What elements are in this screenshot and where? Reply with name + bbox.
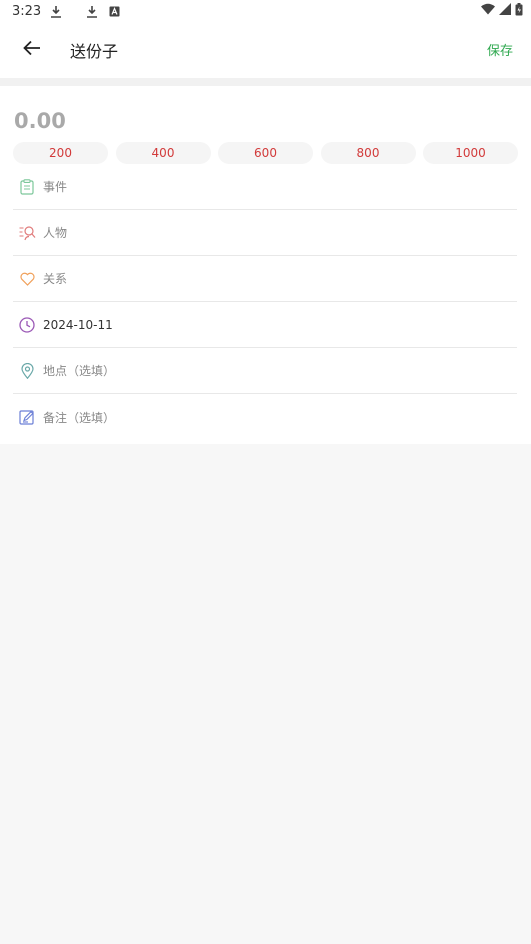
status-time: 3:23	[12, 3, 42, 19]
location-pin-icon	[18, 362, 36, 380]
clipboard-icon	[18, 178, 36, 196]
save-button[interactable]: 保存	[487, 40, 513, 59]
date-field[interactable]: 2024-10-11	[13, 302, 517, 348]
quick-amount-chip[interactable]: 200	[13, 142, 108, 164]
signal-icon	[499, 3, 511, 19]
arrow-left-icon	[23, 40, 41, 60]
event-field[interactable]: 事件	[13, 164, 517, 210]
relation-field[interactable]: 关系	[13, 256, 517, 302]
quick-amount-chip[interactable]: 600	[218, 142, 313, 164]
app-bar: 送份子 保存	[0, 22, 531, 78]
amount-input[interactable]: 0.00	[14, 109, 66, 133]
gift-form-card: 0.00 200 400 600 800 1000 事件 人物 关系 2024-…	[0, 86, 531, 444]
download-icon	[85, 4, 99, 18]
status-bar: 3:23	[0, 0, 531, 22]
quick-amount-chip[interactable]: 800	[320, 142, 416, 164]
wifi-icon	[481, 3, 495, 19]
note-field[interactable]: 备注（选填）	[13, 394, 517, 440]
back-button[interactable]	[20, 38, 44, 62]
note-label: 备注（选填）	[43, 410, 116, 425]
edit-note-icon	[18, 408, 36, 426]
person-label: 人物	[43, 226, 68, 240]
person-field[interactable]: 人物	[13, 210, 517, 256]
location-field[interactable]: 地点（选填）	[13, 348, 517, 394]
location-label: 地点（选填）	[43, 364, 116, 378]
battery-icon	[515, 2, 523, 20]
quick-amount-chip[interactable]: 400	[115, 142, 211, 164]
divider-strip	[0, 78, 531, 86]
event-label: 事件	[43, 180, 68, 194]
clock-icon	[18, 316, 36, 334]
status-bar-left: 3:23	[12, 4, 121, 19]
heart-icon	[18, 270, 36, 288]
font-icon	[107, 4, 121, 18]
page-title: 送份子	[70, 42, 119, 61]
quick-amount-row: 200 400 600 800 1000	[13, 142, 518, 164]
download-icon	[49, 4, 63, 18]
quick-amount-chip[interactable]: 1000	[423, 142, 518, 164]
status-bar-right	[481, 2, 523, 20]
person-search-icon	[18, 224, 36, 242]
date-value: 2024-10-11	[43, 317, 113, 332]
relation-label: 关系	[43, 272, 68, 286]
